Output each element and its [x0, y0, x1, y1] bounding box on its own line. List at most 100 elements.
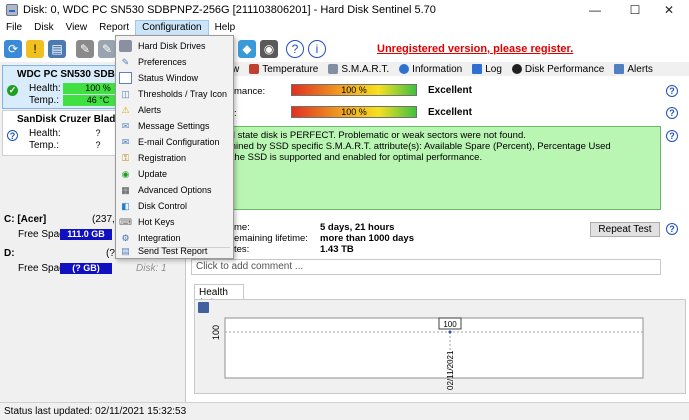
tab-smart[interactable]: S.M.A.R.T.	[328, 64, 389, 75]
network-icon[interactable]: ◆	[238, 40, 256, 58]
toolbar: ⟳ ! ▤ ✎ ✎ ◆ ◉ ? i	[0, 36, 689, 62]
health-bar: 100 %	[291, 106, 417, 118]
tab-label: S.M.A.R.T.	[341, 63, 390, 75]
health-help-icon[interactable]: ?	[666, 107, 678, 119]
menu-label: Disk Control	[138, 201, 188, 211]
drive-name: D:	[4, 248, 15, 259]
tab-label: Temperature	[262, 63, 319, 75]
menu-send-test-report[interactable]: ▤ Send Test Report	[116, 243, 233, 259]
update-icon: ◉	[121, 168, 130, 179]
health-ok-icon: ✓	[7, 85, 18, 96]
info-icon	[399, 64, 410, 74]
menu-advanced-options[interactable]: ▦ Advanced Options	[116, 182, 233, 198]
window-icon	[119, 72, 132, 84]
health-chart-tab[interactable]: Health (%)	[194, 284, 244, 309]
remaining-lifetime-value: more than 1000 days	[320, 233, 414, 244]
preferences-icon: ✎	[121, 56, 130, 67]
help-icon[interactable]: ?	[286, 40, 304, 58]
free-space-value: (? GB)	[60, 263, 112, 274]
menu-status-window[interactable]: Status Window	[116, 70, 233, 86]
status-text: Status last updated: 02/11/2021 15:32:53	[4, 406, 187, 417]
performance-label: mance:	[234, 86, 266, 97]
settings-icon[interactable]: ◉	[260, 40, 278, 58]
menu-label: Integration	[138, 233, 181, 243]
menu-alerts[interactable]: ⚠ Alerts	[116, 102, 233, 118]
report-icon: ▤	[121, 245, 130, 256]
disk-info-icon[interactable]: ▤	[48, 40, 66, 58]
repeat-test-help-icon[interactable]: ?	[666, 223, 678, 235]
menu-label: Hot Keys	[138, 217, 175, 227]
performance-status: Excellent	[428, 85, 472, 96]
alert-icon[interactable]: !	[26, 40, 44, 58]
key-icon: ⚿	[122, 152, 129, 163]
window-title: Disk: 0, WDC PC SN530 SDBPNPZ-256G [2111…	[23, 4, 436, 16]
tools-icon[interactable]: ✎	[76, 40, 94, 58]
health-chart: 100 100 02/11/2021	[211, 317, 644, 390]
email-icon: ✉	[121, 136, 130, 147]
tab-label: Disk Performance	[524, 63, 605, 75]
menu-label: Status Window	[138, 73, 199, 83]
menu-configuration[interactable]: Configuration	[135, 20, 209, 36]
menu-label: Registration	[138, 153, 187, 163]
menu-disk-control[interactable]: ◧ Disk Control	[116, 198, 233, 214]
tab-bar: w Temperature S.M.A.R.T. Information Log…	[186, 62, 689, 76]
unknown-status-icon: ?	[7, 130, 18, 141]
writes-label: tes:	[234, 244, 250, 255]
temp-label: Temp.:	[29, 94, 60, 106]
data-point	[448, 330, 452, 334]
y-tick-label: 100	[211, 325, 221, 340]
menu-label: Hard Disk Drives	[138, 41, 206, 51]
alerts-icon	[614, 64, 625, 74]
drive-disk-label: Disk: 1	[136, 263, 167, 274]
menu-disk[interactable]: Disk	[28, 20, 59, 36]
tab-information[interactable]: Information	[399, 64, 462, 75]
menu-preferences[interactable]: ✎ Preferences	[116, 54, 233, 70]
tab-label: Information	[412, 63, 463, 75]
tab-alerts[interactable]: Alerts	[614, 64, 653, 75]
tools2-icon[interactable]: ✎	[98, 40, 116, 58]
menu-hard-disk-drives[interactable]: Hard Disk Drives	[116, 38, 233, 54]
menu-file[interactable]: File	[0, 20, 28, 36]
menu-label: Advanced Options	[138, 185, 212, 195]
warning-icon: ⚠	[121, 104, 130, 115]
tab-temperature[interactable]: Temperature	[249, 64, 318, 75]
hdd-icon	[119, 40, 132, 52]
thermometer-icon	[249, 64, 260, 74]
temp-label: Temp.:	[29, 139, 60, 151]
tab-label: Alerts	[627, 63, 653, 75]
performance-help-icon[interactable]: ?	[666, 85, 678, 97]
power-on-value: 5 days, 21 hours	[320, 222, 395, 233]
menu-email-configuration[interactable]: ✉ E-mail Configuration	[116, 134, 233, 150]
menu-thresholds-tray-icon[interactable]: ◫ Thresholds / Tray Icon	[116, 86, 233, 102]
menu-update[interactable]: ◉ Update	[116, 166, 233, 182]
menu-registration[interactable]: ⚿ Registration	[116, 150, 233, 166]
performance-bar: 100 %	[291, 84, 417, 96]
close-button[interactable]: ✕	[646, 0, 689, 20]
repeat-test-button[interactable]: Repeat Test	[590, 222, 660, 237]
tab-disk-performance[interactable]: Disk Performance	[511, 63, 605, 75]
writes-value: 1.43 TB	[320, 244, 354, 255]
desc-line-1: of the solid state disk is PERFECT. Prob…	[189, 130, 526, 141]
tab-log[interactable]: Log	[472, 64, 502, 75]
remaining-lifetime-label: emaining lifetime:	[234, 233, 308, 244]
menu-report[interactable]: Report	[93, 20, 135, 36]
free-space-value: 111.0 GB	[60, 229, 112, 240]
unregistered-link[interactable]: Unregistered version, please register.	[377, 43, 573, 55]
message-icon: ✉	[121, 120, 130, 131]
info-icon[interactable]: i	[308, 40, 326, 58]
menu-label: Preferences	[138, 57, 187, 67]
menu-message-settings[interactable]: ✉ Message Settings	[116, 118, 233, 134]
configuration-menu: Hard Disk Drives ✎ Preferences Status Win…	[115, 35, 234, 259]
drive-size: (?	[106, 248, 115, 259]
refresh-icon[interactable]: ⟳	[4, 40, 22, 58]
comment-input[interactable]: Click to add comment ...	[191, 259, 661, 275]
drive-name: C: [Acer]	[4, 214, 47, 225]
description-help-icon[interactable]: ?	[666, 130, 678, 142]
menu-hot-keys[interactable]: ⌨ Hot Keys	[116, 214, 233, 230]
power-on-label: me:	[234, 222, 250, 233]
title-bar: Disk: 0, WDC PC SN530 SDBPNPZ-256G [2111…	[0, 0, 689, 20]
menu-help[interactable]: Help	[209, 20, 242, 36]
menu-view[interactable]: View	[60, 20, 94, 36]
plot-frame	[224, 317, 644, 379]
desc-line-3: feature of the SSD is supported and enab…	[189, 152, 483, 163]
